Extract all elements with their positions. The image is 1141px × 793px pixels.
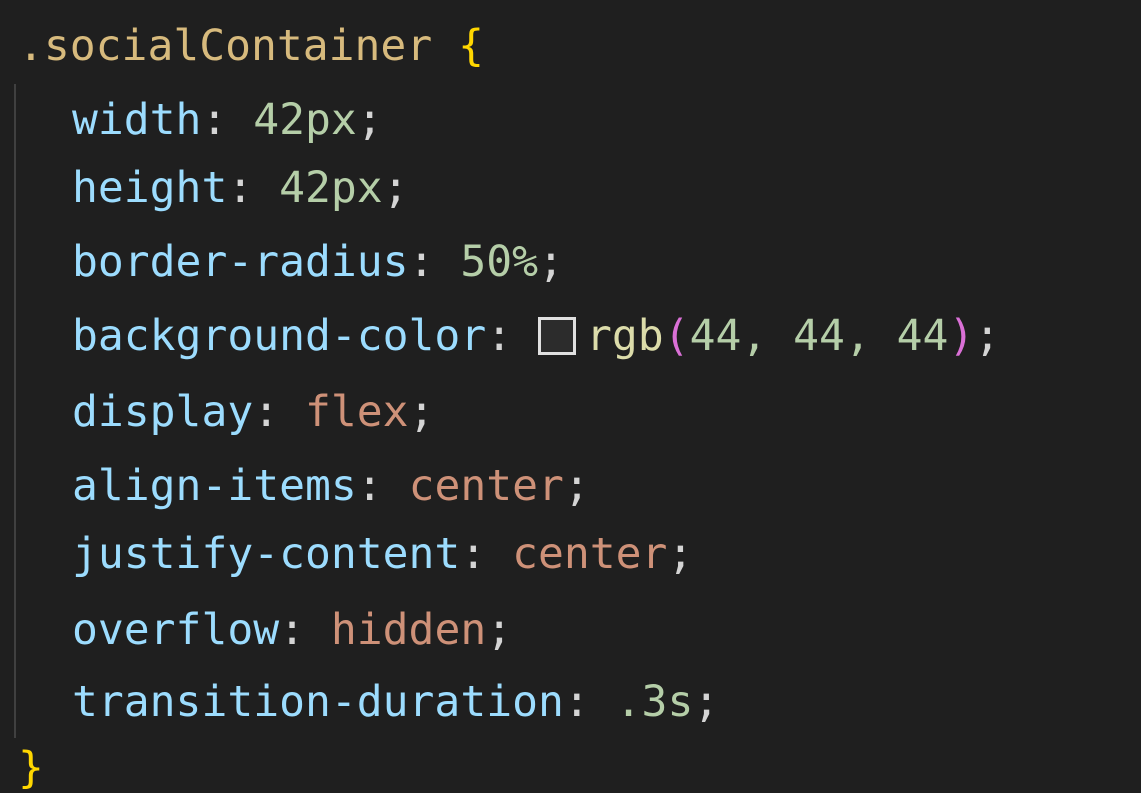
css-function-args: 44, 44, 44 (689, 311, 949, 361)
css-value: 42px (253, 95, 357, 145)
css-selector: .socialContainer (18, 21, 433, 71)
css-property: align-items (72, 461, 357, 511)
open-brace: { (458, 21, 484, 71)
code-line-selector[interactable]: .socialContainer { (18, 10, 484, 82)
code-line-justify-content[interactable]: justify-content: center; (72, 518, 693, 590)
css-property: background-color (72, 311, 487, 361)
color-swatch-icon[interactable] (538, 317, 576, 355)
css-property: overflow (72, 605, 280, 655)
close-brace: } (18, 743, 44, 793)
css-value: 50% (460, 237, 538, 287)
css-property: height (72, 163, 228, 213)
code-line-width[interactable]: width: 42px; (72, 84, 383, 156)
code-editor[interactable]: .socialContainer { width: 42px; height: … (0, 0, 1141, 793)
code-line-close[interactable]: } (18, 732, 44, 793)
code-line-align-items[interactable]: align-items: center; (72, 450, 590, 522)
indent-guide (14, 84, 16, 738)
css-property: transition-duration (72, 677, 564, 727)
css-function: rgb (586, 311, 664, 361)
code-line-display[interactable]: display: flex; (72, 376, 434, 448)
css-property: display (72, 387, 254, 437)
css-property: width (72, 95, 202, 145)
code-line-transition-duration[interactable]: transition-duration: .3s; (72, 666, 719, 738)
css-value: .3s (615, 677, 694, 727)
code-line-overflow[interactable]: overflow: hidden; (72, 594, 512, 666)
css-value: hidden (330, 605, 487, 655)
css-value: flex (305, 387, 409, 437)
css-value: center (408, 461, 564, 511)
code-line-height[interactable]: height: 42px; (72, 152, 409, 224)
css-value: 42px (279, 163, 383, 213)
css-value: center (512, 529, 668, 579)
css-property: border-radius (72, 237, 409, 287)
css-property: justify-content (72, 529, 461, 579)
code-line-border-radius[interactable]: border-radius: 50%; (72, 226, 564, 298)
code-line-background-color[interactable]: background-color: rgb(44, 44, 44); (72, 300, 1000, 372)
